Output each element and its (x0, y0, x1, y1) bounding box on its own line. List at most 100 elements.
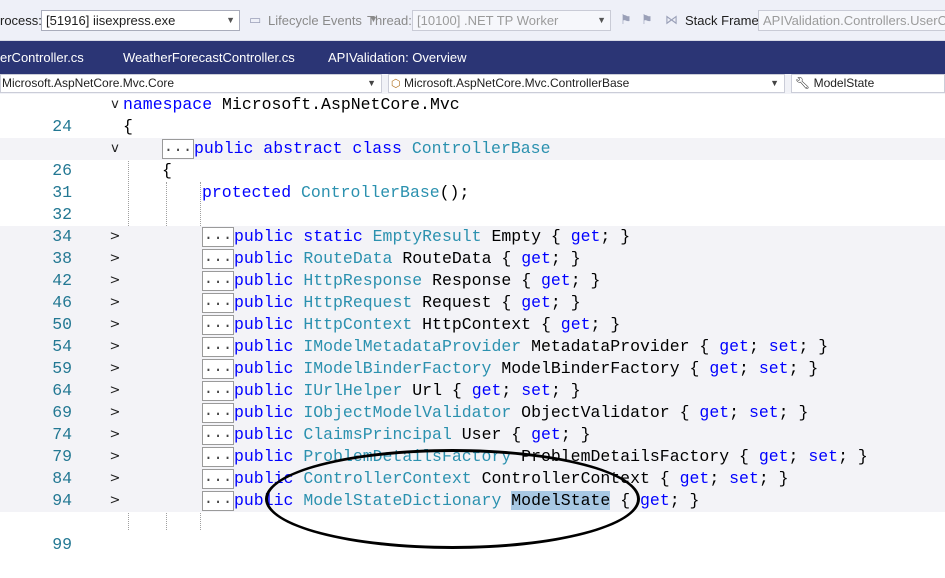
line-number: 64 (52, 381, 72, 400)
expand-chevron-icon[interactable]: > (108, 292, 122, 314)
process-dropdown[interactable]: [51916] iisexpress.exe ▼ (41, 10, 240, 31)
collapsed-region-ellipsis[interactable]: ... (202, 403, 234, 423)
stack-frame-value: APIValidation.Controllers.UserContr (763, 13, 945, 28)
collapsed-region-ellipsis[interactable]: ... (202, 227, 234, 247)
expand-chevron-icon[interactable]: > (108, 270, 122, 292)
code-text: protected ControllerBase(); (202, 183, 470, 202)
collapsed-region-ellipsis[interactable]: ... (162, 139, 194, 159)
member-name[interactable]: ObjectValidator (521, 403, 670, 422)
expand-chevron-icon[interactable]: > (108, 490, 122, 512)
collapsed-region-ellipsis[interactable]: ... (202, 491, 234, 511)
expand-chevron-icon[interactable]: > (108, 336, 122, 358)
code-text: ...public HttpResponse Response { get; } (202, 270, 601, 291)
collapsed-region-ellipsis[interactable]: ... (202, 249, 234, 269)
code-text: ...public IObjectModelValidator ObjectVa… (202, 402, 809, 423)
tab-user-controller[interactable]: erController.cs (0, 50, 84, 65)
code-text: { (123, 117, 133, 136)
code-text: ...public RouteData RouteData { get; } (202, 248, 581, 269)
code-line: 25 { (0, 116, 945, 158)
code-line: 59 > ...public IModelBinderFactory ModelBi… (0, 358, 945, 380)
member-name[interactable]: Empty (491, 227, 541, 246)
expand-chevron-icon[interactable]: > (108, 402, 122, 424)
expand-chevron-icon[interactable]: > (108, 248, 122, 270)
member-name[interactable]: Request (422, 293, 491, 312)
member-name[interactable]: Url (412, 381, 442, 400)
code-line: 33 (0, 204, 945, 246)
member-name[interactable]: User (462, 425, 502, 444)
process-value: [51916] iisexpress.exe (46, 13, 176, 28)
annotation-ellipse (265, 449, 640, 549)
type-value: Microsoft.AspNetCore.Mvc.ControllerBase (403, 76, 630, 90)
project-dropdown[interactable]: Microsoft.AspNetCore.Mvc.Core ▼ (0, 74, 382, 93)
flag-thread-icon[interactable]: ⚑ (620, 12, 632, 28)
member-name[interactable]: Response (432, 271, 511, 290)
expand-chevron-icon[interactable]: > (108, 468, 122, 490)
line-number: 38 (52, 249, 72, 268)
code-line: 69 > ...public IObjectModelValidator Objec… (0, 402, 945, 424)
dropdown-arrow-icon: ▼ (367, 78, 376, 88)
stack-frame-dropdown[interactable]: APIValidation.Controllers.UserContr (758, 10, 945, 31)
lifecycle-events-icon[interactable]: ▭ (249, 12, 261, 28)
expand-chevron-icon[interactable]: > (108, 314, 122, 336)
code-line: 54 > ...public IModelMetadataProvider Meta… (0, 336, 945, 358)
collapsed-region-ellipsis[interactable]: ... (202, 447, 234, 467)
code-text: ...public HttpContext HttpContext { get;… (202, 314, 621, 335)
line-number: 54 (52, 337, 72, 356)
flag-all-threads-icon[interactable]: ⚑ (641, 12, 653, 28)
expand-chevron-icon[interactable]: > (108, 226, 122, 248)
stack-frame-label: Stack Frame: (685, 13, 763, 28)
line-number: 34 (52, 227, 72, 246)
class-icon: ⬡ (391, 78, 401, 90)
code-text: ...public HttpRequest Request { get; } (202, 292, 581, 313)
line-number: 69 (52, 403, 72, 422)
member-dropdown[interactable]: 🔧︎ ModelState (791, 74, 945, 93)
code-text: ...public static EmptyResult Empty { get… (202, 226, 631, 247)
collapsed-region-ellipsis[interactable]: ... (202, 425, 234, 445)
expand-chevron-icon[interactable]: > (108, 446, 122, 468)
code-line: 26 v ...public abstract class Controller… (0, 138, 945, 180)
collapsed-region-ellipsis[interactable]: ... (202, 469, 234, 489)
member-name[interactable]: HttpContext (422, 315, 531, 334)
tab-apivalidation-overview[interactable]: APIValidation: Overview (328, 50, 467, 65)
member-name[interactable]: ModelBinderFactory (501, 359, 679, 378)
code-line: 24 v namespace Microsoft.AspNetCore.Mvc (0, 94, 945, 136)
collapsed-region-ellipsis[interactable]: ... (202, 359, 234, 379)
debug-toolbar: rocess: [51916] iisexpress.exe ▼ ▭ Lifec… (0, 0, 945, 41)
thread-dropdown[interactable]: [10100] .NET TP Worker ▼ (412, 10, 611, 31)
line-number: 79 (52, 447, 72, 466)
code-text: ...public IModelMetadataProvider Metadat… (202, 336, 829, 357)
collapsed-region-ellipsis[interactable]: ... (202, 337, 234, 357)
wrench-icon: 🔧︎ (795, 76, 811, 90)
code-line: 50 > ...public HttpContext HttpContext { g… (0, 314, 945, 336)
code-line: 64 > ...public IUrlHelper Url { get; set; … (0, 380, 945, 402)
type-dropdown[interactable]: ⬡ Microsoft.AspNetCore.Mvc.ControllerBas… (388, 74, 785, 93)
expand-chevron-icon[interactable]: > (108, 358, 122, 380)
lifecycle-events-label[interactable]: Lifecycle Events (268, 13, 362, 28)
filter-icon[interactable]: ⋈ (665, 12, 678, 28)
thread-label: Thread: (367, 13, 412, 28)
collapsed-region-ellipsis[interactable]: ... (202, 271, 234, 291)
collapse-chevron-icon[interactable]: v (108, 138, 122, 160)
collapsed-region-ellipsis[interactable]: ... (202, 293, 234, 313)
code-line: 34 > ...public static EmptyResult Empty { … (0, 226, 945, 248)
project-value: Microsoft.AspNetCore.Mvc.Core (2, 76, 175, 90)
dropdown-arrow-icon: ▼ (597, 15, 606, 25)
navigation-bar: Microsoft.AspNetCore.Mvc.Core ▼ ⬡ Micros… (0, 74, 945, 95)
code-line: 42 > ...public HttpResponse Response { get… (0, 270, 945, 292)
collapsed-region-ellipsis[interactable]: ... (202, 381, 234, 401)
line-number: 50 (52, 315, 72, 334)
member-name[interactable]: MetadataProvider (531, 337, 689, 356)
tab-weather-forecast-controller[interactable]: WeatherForecastController.cs (123, 50, 295, 65)
collapse-chevron-icon[interactable]: v (108, 94, 122, 116)
member-name[interactable]: RouteData (402, 249, 491, 268)
expand-chevron-icon[interactable]: > (108, 424, 122, 446)
code-line: 74 > ...public ClaimsPrincipal User { get;… (0, 424, 945, 446)
document-tabs: erController.cs WeatherForecastControlle… (0, 41, 945, 74)
code-text: ...public IModelBinderFactory ModelBinde… (202, 358, 819, 379)
process-label: rocess: (0, 13, 42, 28)
line-number: 46 (52, 293, 72, 312)
line-number: 94 (52, 491, 72, 510)
expand-chevron-icon[interactable]: > (108, 380, 122, 402)
code-text: { (162, 161, 172, 180)
collapsed-region-ellipsis[interactable]: ... (202, 315, 234, 335)
